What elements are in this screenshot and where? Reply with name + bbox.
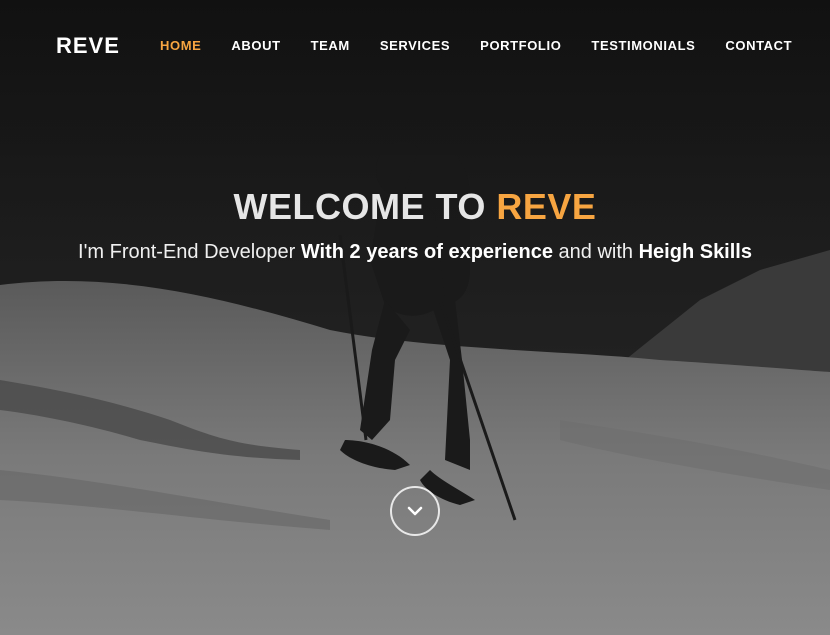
hero-overlay	[0, 0, 830, 635]
hero-subtitle-bold2: Heigh Skills	[638, 241, 752, 263]
hero-subtitle-bold1: With 2 years of experience	[300, 241, 553, 263]
nav-item-home[interactable]: HOME	[160, 38, 201, 53]
nav-item-team[interactable]: TEAM	[311, 38, 350, 53]
scroll-down-button[interactable]	[390, 486, 440, 536]
nav-item-portfolio[interactable]: PORTFOLIO	[480, 38, 561, 53]
nav-item-about[interactable]: ABOUT	[231, 38, 280, 53]
nav-item-contact[interactable]: CONTACT	[725, 38, 792, 53]
nav-links: HOME ABOUT TEAM SERVICES PORTFOLIO TESTI…	[160, 38, 822, 53]
nav-item-services[interactable]: SERVICES	[380, 38, 450, 53]
hero-section: REVE HOME ABOUT TEAM SERVICES PORTFOLIO …	[0, 0, 830, 635]
chevron-down-icon	[407, 506, 423, 516]
hero-title: WELCOME TO REVE	[0, 186, 830, 228]
hero-subtitle-part1: I'm Front-End Developer	[78, 241, 296, 263]
nav-item-testimonials[interactable]: TESTIMONIALS	[591, 38, 695, 53]
hero-title-accent: REVE	[496, 186, 597, 227]
brand-logo[interactable]: REVE	[56, 33, 120, 59]
hero-title-prefix: WELCOME TO	[233, 186, 486, 227]
hero-subtitle: I'm Front-End Developer With 2 years of …	[0, 241, 830, 264]
navbar: REVE HOME ABOUT TEAM SERVICES PORTFOLIO …	[0, 0, 830, 90]
hero-subtitle-part2: and with	[558, 241, 634, 263]
